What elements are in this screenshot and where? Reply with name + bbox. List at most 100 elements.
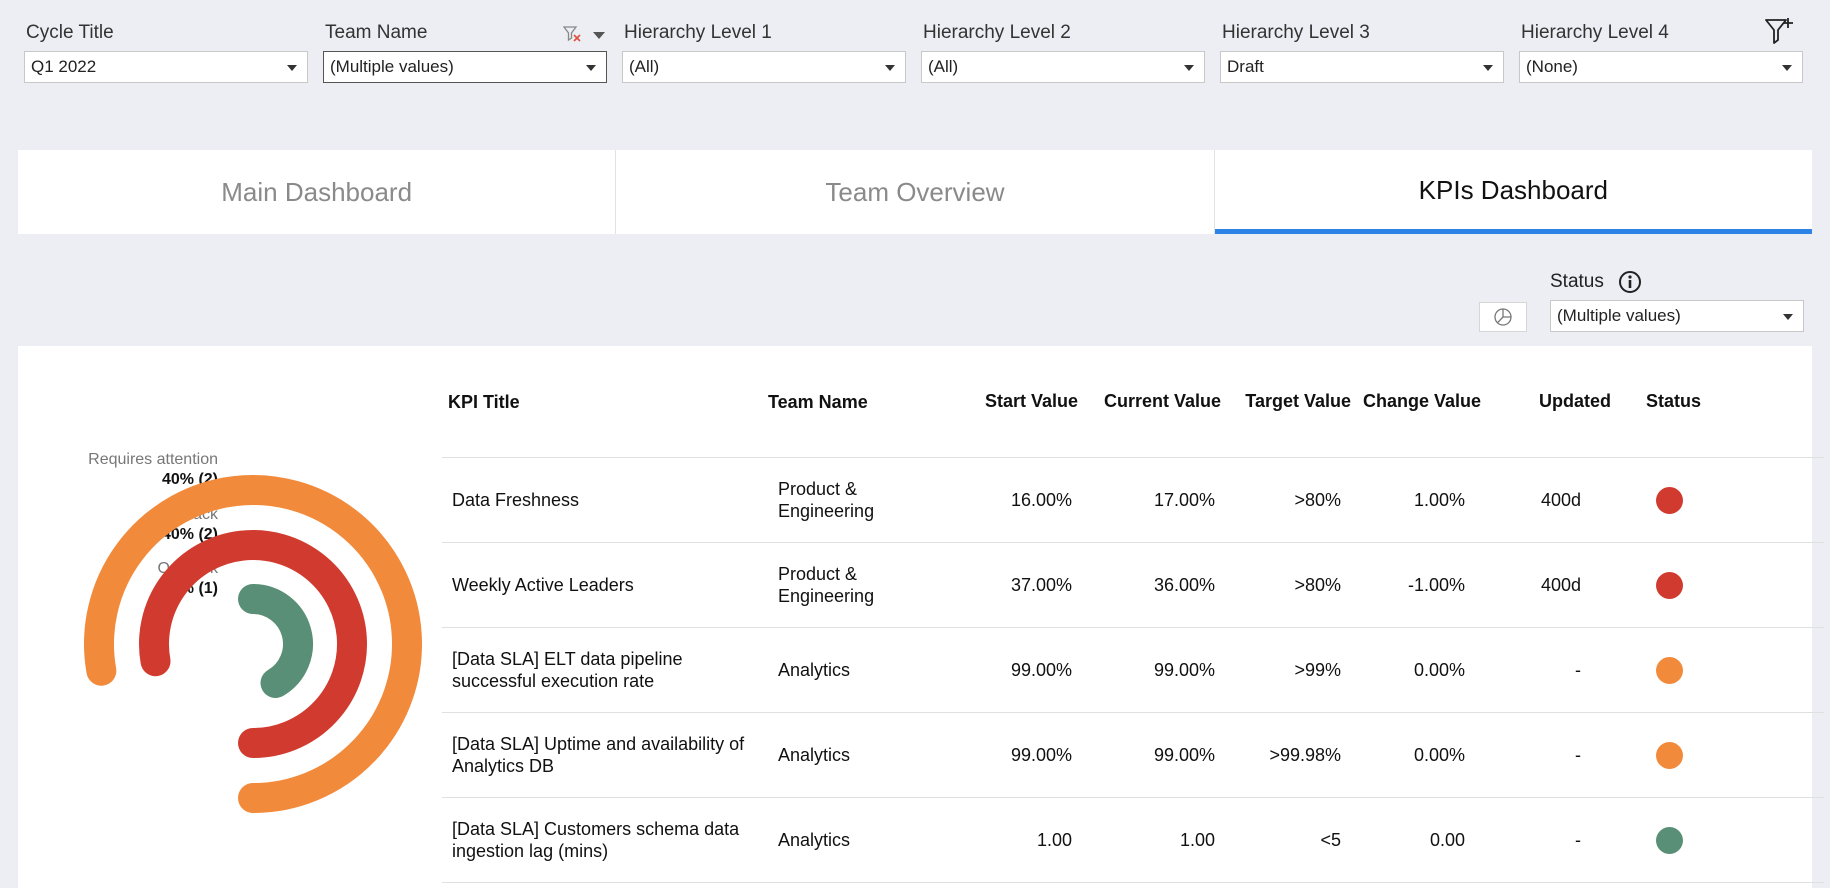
chevron-down-icon (1782, 65, 1792, 71)
filter-team-name: Team Name (Multiple values) (323, 20, 607, 83)
chart-toggle-button[interactable] (1479, 302, 1527, 332)
status-cell (1611, 486, 1721, 514)
radial-bar-off-track[interactable] (139, 530, 367, 758)
filter-hierarchy-4: Hierarchy Level 4 (None) (1519, 20, 1803, 83)
filter-label: Hierarchy Level 4 (1521, 22, 1669, 43)
kpi-title-cell: Weekly Active Leaders (452, 575, 634, 595)
select-value: (Multiple values) (330, 57, 454, 76)
start-value-cell: 99.00% (1010, 744, 1072, 765)
team-name-cell: Product & Engineering (778, 564, 875, 606)
status-filter: Status (Multiple values) (1550, 268, 1804, 332)
kpi-title-cell: Data Freshness (452, 490, 580, 510)
filter-hierarchy-2: Hierarchy Level 2 (All) (921, 20, 1205, 83)
status-dot (1656, 656, 1683, 684)
chevron-down-icon (1483, 65, 1493, 71)
header-kpi-title[interactable]: KPI Title (442, 391, 768, 413)
filter-label: Hierarchy Level 2 (923, 22, 1071, 43)
chevron-down-icon (1184, 65, 1194, 71)
pie-chart-icon (1494, 308, 1512, 326)
select-value: (Multiple values) (1557, 306, 1681, 325)
header-status[interactable]: Status (1611, 391, 1721, 412)
status-dot (1656, 826, 1683, 854)
current-value-cell: 17.00% (1153, 489, 1215, 510)
current-value-cell: 36.00% (1153, 574, 1215, 595)
status-filter-label: Status (1550, 271, 1604, 292)
table-row[interactable]: Data Freshness Product & Engineering 16.00… (442, 458, 1824, 543)
header-updated[interactable]: Updated (1481, 391, 1611, 412)
tab-main-dashboard[interactable]: Main Dashboard (18, 150, 617, 234)
table-body: Data Freshness Product & Engineering 16.00… (442, 458, 1824, 883)
filter-bar: Cycle Title Q1 2022 Team Name (Multiple … (0, 0, 1830, 100)
select-value: (None) (1526, 57, 1578, 76)
hierarchy-2-select[interactable]: (All) (921, 51, 1205, 83)
team-name-select[interactable]: (Multiple values) (323, 51, 607, 83)
start-value-cell: 99.00% (1010, 659, 1072, 680)
target-value-cell: >99% (1294, 659, 1341, 680)
current-value-cell: 1.00 (1179, 829, 1215, 850)
change-value-cell: 1.00% (1413, 489, 1465, 510)
updated-cell: 400d (1540, 574, 1581, 595)
updated-cell: - (1575, 659, 1581, 680)
kpi-title-cell: [Data SLA] Customers schema data ingesti… (452, 819, 740, 861)
radial-bar-on-track[interactable] (238, 584, 313, 698)
tab-team-overview[interactable]: Team Overview (616, 150, 1215, 234)
change-value-cell: 0.00% (1413, 744, 1465, 765)
clear-filter-icon[interactable] (563, 26, 581, 42)
current-value-cell: 99.00% (1153, 744, 1215, 765)
tab-kpis-dashboard[interactable]: KPIs Dashboard (1214, 150, 1813, 234)
header-start-value[interactable]: Start Value (948, 391, 1078, 412)
change-value-cell: -1.00% (1407, 574, 1465, 595)
chevron-down-icon (885, 65, 895, 71)
header-target-value[interactable]: Target Value (1221, 391, 1351, 412)
status-cell (1611, 826, 1721, 854)
filter-label: Hierarchy Level 3 (1222, 22, 1370, 43)
status-dot (1656, 486, 1683, 514)
table-header: KPI Title Team Name Start Value Current … (442, 346, 1824, 458)
add-filter-icon[interactable] (1764, 16, 1794, 46)
status-cell (1611, 571, 1721, 599)
target-value-cell: >80% (1294, 489, 1341, 510)
team-name-cell: Analytics (778, 660, 851, 680)
status-dot (1656, 741, 1683, 769)
target-value-cell: <5 (1320, 829, 1341, 850)
filter-label: Hierarchy Level 1 (624, 22, 772, 43)
hierarchy-3-select[interactable]: Draft (1220, 51, 1504, 83)
cycle-title-select[interactable]: Q1 2022 (24, 51, 308, 83)
target-value-cell: >99.98% (1269, 744, 1341, 765)
chevron-down-icon (287, 65, 297, 71)
change-value-cell: 0.00 (1429, 829, 1465, 850)
updated-cell: 400d (1540, 489, 1581, 510)
team-name-cell: Analytics (778, 830, 851, 850)
updated-cell: - (1575, 744, 1581, 765)
current-value-cell: 99.00% (1153, 659, 1215, 680)
filter-cycle-title: Cycle Title Q1 2022 (24, 20, 308, 83)
kpi-panel: Requires attention 40% (2) Off track 40%… (18, 346, 1824, 888)
select-value: Draft (1227, 57, 1264, 76)
hierarchy-1-select[interactable]: (All) (622, 51, 906, 83)
header-current-value[interactable]: Current Value (1078, 391, 1221, 412)
table-row[interactable]: [Data SLA] ELT data pipeline successful … (442, 628, 1824, 713)
select-value: (All) (629, 57, 660, 76)
filter-label: Cycle Title (26, 22, 114, 43)
change-value-cell: 0.00% (1413, 659, 1465, 680)
kpi-title-cell: [Data SLA] Uptime and availability of An… (452, 734, 745, 776)
status-select[interactable]: (Multiple values) (1550, 300, 1804, 332)
table-row[interactable]: Weekly Active Leaders Product & Engineeri… (442, 543, 1824, 628)
select-value: (All) (928, 57, 959, 76)
kpi-title-cell: [Data SLA] ELT data pipeline successful … (452, 649, 683, 691)
filter-menu-icon[interactable] (593, 32, 605, 39)
dashboard-tabs: Main Dashboard Team Overview KPIs Dashbo… (18, 150, 1813, 234)
hierarchy-4-select[interactable]: (None) (1519, 51, 1803, 83)
header-team-name[interactable]: Team Name (768, 391, 948, 413)
table-row[interactable]: [Data SLA] Uptime and availability of An… (442, 713, 1824, 798)
status-filter-header: Status (1550, 268, 1804, 296)
start-value-cell: 1.00 (1036, 829, 1072, 850)
status-dot (1656, 571, 1683, 599)
chevron-down-icon (586, 65, 596, 71)
header-change-value[interactable]: Change Value (1351, 391, 1481, 412)
status-cell (1611, 741, 1721, 769)
select-value: Q1 2022 (31, 57, 97, 76)
info-icon[interactable] (1618, 270, 1642, 294)
table-row[interactable]: [Data SLA] Customers schema data ingesti… (442, 798, 1824, 883)
kpi-table: KPI Title Team Name Start Value Current … (442, 346, 1824, 883)
